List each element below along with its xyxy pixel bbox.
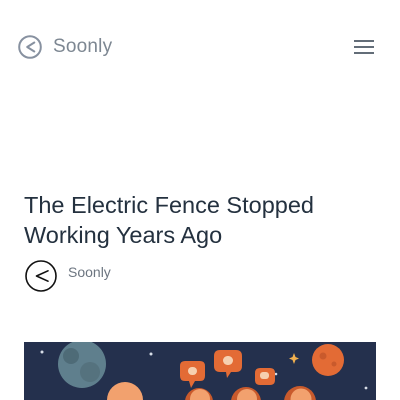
menu-button[interactable]: [354, 38, 374, 56]
article-title: The Electric Fence Stopped Working Years…: [24, 192, 314, 248]
site-header: Soonly: [0, 0, 400, 95]
author-name[interactable]: Soonly: [68, 264, 111, 280]
soonly-avatar-icon[interactable]: [25, 260, 57, 292]
space-chat-illustration: [24, 342, 376, 400]
soonly-logo-icon: [18, 35, 42, 59]
author-byline: Soonly: [25, 260, 111, 292]
hamburger-menu-icon: [354, 40, 374, 54]
brand-link[interactable]: Soonly: [17, 34, 112, 60]
page: Soonly The Electric Fence Stopped Workin…: [0, 0, 400, 400]
brand-name: Soonly: [53, 36, 113, 57]
hero-image: [24, 342, 376, 400]
